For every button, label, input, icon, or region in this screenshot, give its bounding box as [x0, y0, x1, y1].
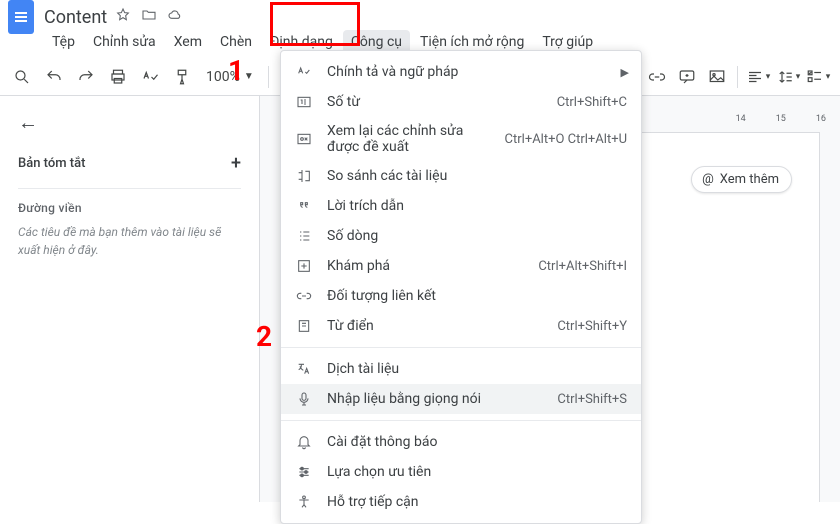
quote-icon	[295, 197, 313, 215]
outline-sidebar: ← Bản tóm tắt + Đường viền Các tiêu đề m…	[0, 96, 260, 502]
title-bar: Content	[0, 0, 840, 28]
prefs-icon	[295, 463, 313, 481]
menu-item-shortcut: Ctrl+Alt+O Ctrl+Alt+U	[505, 132, 627, 147]
menu-edit[interactable]: Chỉnh sửa	[85, 30, 164, 54]
align-button[interactable]	[744, 63, 772, 91]
menu-item-bell[interactable]: Cài đặt thông báo	[281, 427, 641, 457]
translate-icon	[295, 360, 313, 378]
redo-button[interactable]	[72, 63, 100, 91]
search-menus-button[interactable]	[8, 63, 36, 91]
menu-item-prefs[interactable]: Lựa chọn ưu tiên	[281, 457, 641, 487]
menu-item-label: Lời trích dẫn	[327, 198, 627, 214]
menu-item-link[interactable]: Đối tượng liên kết	[281, 281, 641, 311]
back-arrow-button[interactable]: ←	[18, 110, 38, 135]
add-summary-button[interactable]: +	[231, 153, 241, 174]
horizontal-ruler[interactable]: 14 15 16	[706, 114, 826, 130]
menu-item-shortcut: Ctrl+Alt+Shift+I	[538, 259, 627, 274]
ruler-mark: 16	[816, 114, 826, 130]
ruler-mark: 14	[736, 114, 746, 130]
menu-item-shortcut: Ctrl+Shift+S	[557, 392, 627, 407]
star-icon[interactable]	[115, 7, 131, 27]
menu-item-lines[interactable]: Số dòng	[281, 221, 641, 251]
menu-item-label: Chính tả và ngữ pháp	[327, 64, 627, 80]
menu-item-suggest[interactable]: Xem lại các chỉnh sửa được đề xuất Ctrl+A…	[281, 117, 641, 161]
add-comment-button[interactable]	[673, 63, 701, 91]
explore-icon	[295, 257, 313, 275]
submenu-arrow-icon: ▶	[621, 66, 629, 79]
compare-icon	[295, 167, 313, 185]
outline-header: Đường viền	[18, 188, 241, 223]
checklist-button[interactable]	[804, 63, 832, 91]
menu-item-spell[interactable]: Chính tả và ngữ pháp▶	[281, 57, 641, 87]
link-icon	[295, 287, 313, 305]
dict-icon	[295, 317, 313, 335]
insert-image-button[interactable]	[703, 63, 731, 91]
mic-icon	[295, 390, 313, 408]
suggest-icon	[295, 130, 313, 148]
menu-item-label: Lựa chọn ưu tiên	[327, 464, 627, 480]
summary-label: Bản tóm tắt	[18, 156, 85, 171]
menu-item-translate[interactable]: Dịch tài liệu	[281, 354, 641, 384]
count-icon	[295, 93, 313, 111]
folder-move-icon[interactable]	[141, 7, 157, 27]
ruler-mark: 15	[776, 114, 786, 130]
see-more-label: Xem thêm	[720, 172, 779, 187]
print-button[interactable]	[104, 63, 132, 91]
document-title[interactable]: Content	[44, 7, 107, 28]
menu-item-label: So sánh các tài liệu	[327, 168, 627, 184]
menu-item-dict[interactable]: Từ điển Ctrl+Shift+Y	[281, 311, 641, 341]
spellcheck-button[interactable]	[136, 63, 164, 91]
cloud-status-icon[interactable]	[167, 7, 183, 27]
paint-format-button[interactable]	[168, 63, 196, 91]
menu-file[interactable]: Tệp	[44, 30, 83, 54]
menu-item-quote[interactable]: Lời trích dẫn	[281, 191, 641, 221]
menu-item-label: Xem lại các chỉnh sửa được đề xuất	[327, 123, 491, 155]
outline-hint: Các tiêu đề mà bạn thêm vào tài liệu sẽ …	[18, 223, 241, 259]
menu-item-shortcut: Ctrl+Shift+C	[557, 95, 627, 110]
annotation-number-2: 2	[256, 320, 272, 353]
line-spacing-button[interactable]	[774, 63, 802, 91]
bell-icon	[295, 433, 313, 451]
menu-item-mic[interactable]: Nhập liệu bằng giọng nói Ctrl+Shift+S	[281, 384, 641, 414]
insert-link-button[interactable]	[643, 63, 671, 91]
toolbar-separator	[268, 66, 269, 88]
menu-item-compare[interactable]: So sánh các tài liệu	[281, 161, 641, 191]
menu-item-label: Dịch tài liệu	[327, 361, 627, 377]
lines-icon	[295, 227, 313, 245]
menu-view[interactable]: Xem	[166, 30, 210, 54]
menu-item-label: Hỗ trợ tiếp cận	[327, 494, 627, 510]
dropdown-separator	[281, 420, 641, 421]
menu-item-label: Nhập liệu bằng giọng nói	[327, 391, 543, 407]
menu-item-label: Cài đặt thông báo	[327, 434, 627, 450]
dropdown-separator	[281, 347, 641, 348]
menu-item-label: Số dòng	[327, 228, 627, 244]
menu-insert[interactable]: Chèn	[212, 30, 260, 54]
menu-item-label: Đối tượng liên kết	[327, 288, 627, 304]
menu-item-label: Từ điển	[327, 318, 543, 334]
menu-item-shortcut: Ctrl+Shift+Y	[557, 319, 627, 334]
menu-item-explore[interactable]: Khám phá Ctrl+Alt+Shift+I	[281, 251, 641, 281]
spell-icon	[295, 63, 313, 81]
toolbar-separator	[737, 66, 738, 88]
menu-item-access[interactable]: Hỗ trợ tiếp cận	[281, 487, 641, 517]
undo-button[interactable]	[40, 63, 68, 91]
at-icon: @	[702, 172, 714, 187]
access-icon	[295, 493, 313, 511]
annotation-number-1: 1	[228, 54, 244, 87]
see-more-chip[interactable]: @ Xem thêm	[691, 166, 792, 193]
menu-item-count[interactable]: Số từ Ctrl+Shift+C	[281, 87, 641, 117]
tools-dropdown: Chính tả và ngữ pháp▶ Số từ Ctrl+Shift+C Xe…	[280, 50, 642, 524]
menu-item-label: Số từ	[327, 94, 543, 110]
menu-item-label: Khám phá	[327, 258, 524, 274]
